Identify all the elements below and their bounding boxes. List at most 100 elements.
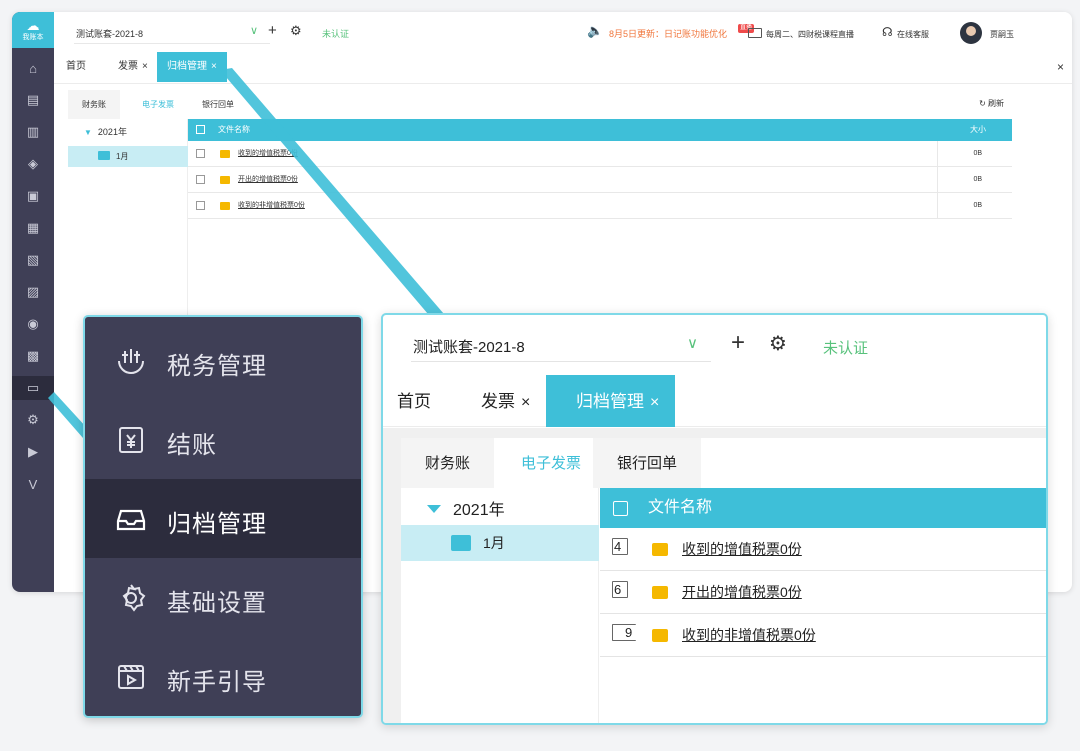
invoice-icon[interactable]: ▦ [21,216,45,240]
gear-icon [115,582,147,614]
content-area: 财务账 电子发票 银行回单 2021年 1月 文件名称 4 收到的增值税票0份 … [383,428,1046,723]
row-checkbox[interactable] [196,175,205,184]
close-icon[interactable]: × [521,394,530,411]
top-bar: 测试账套-2021-8 ∨ + ⚙ 未认证 🔈 8月5日更新：日记账功能优化 直… [54,12,1072,52]
close-icon[interactable]: × [142,61,148,72]
account-selector[interactable]: 测试账套-2021-8 [413,336,525,357]
menu-item-guide[interactable]: 新手引导 [85,637,361,716]
column-divider [937,141,938,166]
tree-node-month[interactable]: 1月 [401,525,599,561]
gear-icon[interactable]: ⚙ [21,408,45,432]
account-settings-icon[interactable]: ⚙ [290,23,302,39]
subtab-ledger[interactable]: 财务账 [401,438,495,488]
folder-icon [220,176,230,184]
user-name[interactable]: 贾嗣玉 [990,29,1014,40]
tab-archive[interactable]: 归档管理 × [546,375,676,427]
zoomed-sidebar-menu: 税务管理 结账 归档管理 基础设置 新手引导 [83,315,363,718]
folder-icon [220,150,230,158]
subtab-e-invoice[interactable]: 电子发票 [497,438,606,488]
table-row: 开出的增值税票0份 0B [188,167,1012,193]
row-checkbox[interactable]: 6 [612,581,628,598]
tree-node-year[interactable]: 2021年 [427,496,505,520]
tab-bar: 首页 发票 × 归档管理 × [383,375,1046,427]
add-account-button[interactable]: + [731,329,745,357]
ledger-icon[interactable]: ▣ [21,184,45,208]
column-header-name: 文件名称 [218,125,250,134]
menu-item-archive[interactable]: 归档管理 [85,479,361,558]
refresh-button[interactable]: ↻ 刷新 [979,98,1004,109]
chevron-down-icon[interactable]: ∨ [250,24,258,37]
tab-home[interactable]: 首页 [397,375,431,427]
table-row: 收到的增值税票0份 0B [188,141,1012,167]
vip-icon[interactable]: V [21,472,45,496]
avatar[interactable] [960,22,982,44]
folder-icon [98,151,110,160]
window-close-button[interactable]: × [1057,60,1064,74]
close-icon[interactable]: × [650,394,659,411]
file-link[interactable]: 收到的增值税票0份 [682,528,802,571]
row-checkbox[interactable]: 4 [612,538,628,555]
report-chart-icon[interactable]: ▥ [21,120,45,144]
subtab-bank-receipt[interactable]: 银行回单 [188,90,248,119]
tab-invoice[interactable]: 发票 × [481,375,530,427]
menu-item-tax[interactable]: 税务管理 [85,321,361,400]
select-all-checkbox[interactable] [196,125,205,134]
close-icon[interactable]: × [211,61,217,72]
speaker-icon: 🔈 [587,23,604,38]
voucher-icon[interactable]: ▤ [21,88,45,112]
subtab-ledger[interactable]: 财务账 [68,90,120,119]
column-divider [937,193,938,218]
payroll-icon[interactable]: ▨ [21,280,45,304]
file-size: 0B [973,150,982,157]
table-header: 文件名称 [600,488,1046,528]
home-icon[interactable]: ⌂ [21,56,45,80]
online-service-link[interactable]: 在线客服 [897,29,929,40]
archive-tray-icon[interactable]: ▭ [12,376,54,400]
tax-icon[interactable]: ◉ [21,312,45,336]
folder-tree: 2021年 1月 [401,488,599,723]
cashier-icon[interactable]: ▧ [21,248,45,272]
checkout-icon[interactable]: ▩ [21,344,45,368]
menu-item-settings[interactable]: 基础设置 [85,558,361,637]
file-table: 文件名称 4 收到的增值税票0份 6 开出的增值税票0份 9 收到的非增值税票0… [600,488,1046,657]
update-notice-link[interactable]: 8月5日更新：日记账功能优化 [609,27,727,40]
certification-status[interactable]: 未认证 [823,337,868,358]
row-checkbox[interactable] [196,201,205,210]
row-checkbox[interactable] [196,149,205,158]
file-link[interactable]: 开出的增值税票0份 [238,167,298,193]
account-selector[interactable]: 测试账套-2021-8 [76,27,143,40]
select-all-checkbox[interactable] [613,501,628,516]
live-course-link[interactable]: 每周二、四财税课程直播 [766,29,854,40]
column-header-size: 大小 [970,125,986,134]
tree-node-year[interactable]: ▼ 2021年 [84,125,127,138]
subtab-e-invoice[interactable]: 电子发票 [128,90,188,119]
tree-node-month[interactable]: 1月 [68,146,188,167]
caret-down-icon[interactable]: ▼ [84,128,92,137]
tab-invoice[interactable]: 发票 × [118,52,148,82]
folder-icon [652,543,668,556]
certification-status[interactable]: 未认证 [322,27,349,40]
account-underline [74,43,270,44]
menu-item-checkout[interactable]: 结账 [85,400,361,479]
headset-icon[interactable]: ☊ [882,25,893,39]
file-link[interactable]: 开出的增值税票0份 [682,571,802,614]
app-logo[interactable]: ☁ 我账本 [12,12,54,48]
caret-down-icon[interactable] [427,505,441,513]
tab-archive[interactable]: 归档管理 × [157,52,227,82]
assets-icon[interactable]: ◈ [21,152,45,176]
chevron-down-icon[interactable]: ∨ [687,334,698,352]
file-link[interactable]: 收到的非增值税票0份 [682,614,816,657]
tab-home[interactable]: 首页 [66,52,86,82]
row-checkbox[interactable]: 9 [612,624,636,641]
account-settings-icon[interactable]: ⚙ [769,331,787,356]
cloud-logo-icon: ☁ [26,17,40,33]
folder-icon [451,535,471,551]
file-link[interactable]: 收到的增值税票0份 [238,141,298,167]
zoomed-content-panel: 测试账套-2021-8 ∨ + ⚙ 未认证 首页 发票 × 归档管理 × 财务账 电… [381,313,1048,725]
add-account-button[interactable]: + [268,22,277,39]
file-table: 文件名称 大小 收到的增值税票0份 0B 开出的增值税票0份 0B 收到的非增值… [188,119,1012,219]
folder-icon [652,586,668,599]
video-guide-icon[interactable]: ▶ [21,440,45,464]
file-link[interactable]: 收到的非增值税票0份 [238,193,305,219]
subtab-bank-receipt[interactable]: 银行回单 [593,438,702,488]
